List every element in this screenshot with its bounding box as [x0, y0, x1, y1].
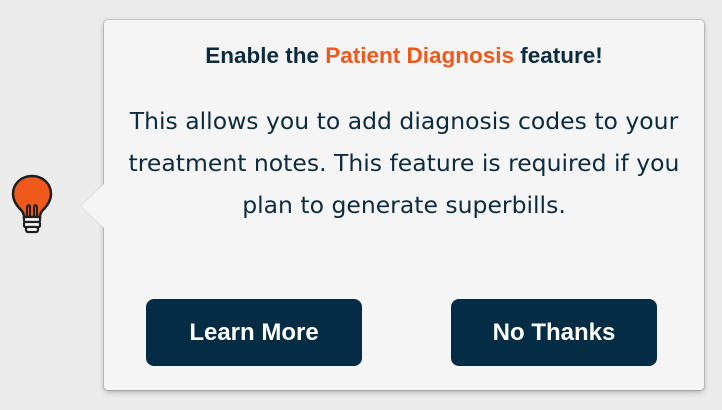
learn-more-button[interactable]: Learn More [146, 299, 362, 366]
no-thanks-button[interactable]: No Thanks [451, 299, 657, 366]
lightbulb-icon [11, 174, 53, 234]
title-prefix: Enable the [205, 43, 326, 68]
title-suffix: feature! [514, 43, 603, 68]
title-highlight: Patient Diagnosis [325, 43, 515, 68]
popover-body: This allows you to add diagnosis codes t… [128, 107, 680, 219]
feature-popover: Enable the Patient Diagnosis feature! Th… [81, 20, 704, 390]
popover-title: Enable the Patient Diagnosis feature! [104, 43, 704, 69]
popover-arrow [81, 184, 104, 228]
